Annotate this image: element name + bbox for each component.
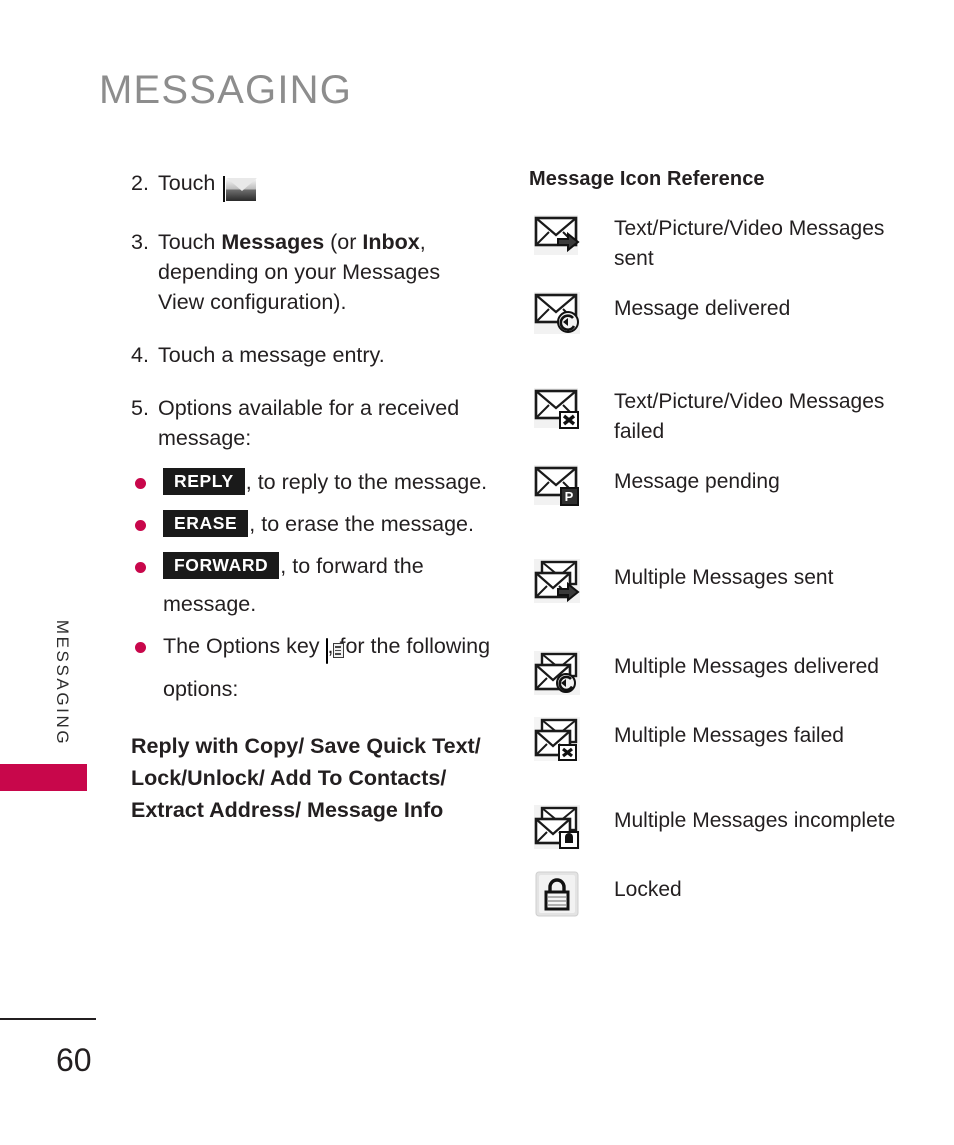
multi-envelope-incomplete-icon: [529, 803, 614, 855]
step-part-0: Touch: [158, 230, 222, 254]
icon-reference-row: Message delivered: [529, 288, 929, 340]
step-number: 5.: [131, 396, 149, 420]
reply-key-chip[interactable]: REPLY: [163, 468, 245, 495]
lock-icon: [529, 869, 614, 921]
icon-reference-row: Multiple Messages incomplete: [529, 803, 929, 855]
options-menu-list: Reply with Copy/ Save Quick Text/ Lock/U…: [131, 734, 481, 822]
icon-reference-row: Text/Picture/Video Messages sent: [529, 211, 929, 274]
step-number: 4.: [131, 343, 149, 367]
bullet-options-key: The Options key , for the following opti…: [131, 627, 491, 708]
bullet-prefix: The Options key: [163, 634, 320, 658]
step-3: 3. Touch Messages (or Inbox, depending o…: [131, 227, 491, 317]
bullet-dot-icon: [135, 562, 146, 573]
bullet-dot-icon: [135, 642, 146, 653]
step-text: Touch .: [158, 168, 491, 204]
icon-reference-row: Locked: [529, 869, 929, 921]
bullet-reply: REPLY, to reply to the message.: [131, 463, 491, 501]
multi-envelope-delivered-icon: [529, 649, 614, 701]
icon-reference-label: Message pending: [614, 470, 780, 493]
page-title: MESSAGING: [99, 68, 353, 112]
icon-reference-row: Multiple Messages failed: [529, 715, 929, 767]
right-content-column: Message Icon Reference Text/Picture/Vide…: [529, 168, 929, 929]
footer-divider: [0, 1018, 96, 1020]
icon-reference-label: Multiple Messages incomplete: [614, 809, 896, 832]
step-2: 2. Touch .: [131, 168, 491, 204]
icon-reference-label: Text/Picture/Video Messages failed: [614, 390, 885, 443]
bullet-forward: FORWARD, to forward the message.: [131, 547, 491, 623]
icon-reference-label: Multiple Messages failed: [614, 724, 844, 747]
step-text: Options available for a received message…: [158, 396, 460, 450]
icon-reference-label: Multiple Messages sent: [614, 566, 834, 589]
envelope-pending-icon: P: [529, 461, 614, 513]
erase-key-chip[interactable]: ERASE: [163, 510, 249, 537]
step-4: 4. Touch a message entry.: [131, 340, 491, 370]
step-text: Touch Messages (or Inbox, depending on y…: [158, 227, 491, 317]
icon-reference-row: Multiple Messages sent: [529, 557, 929, 609]
bullet-dot-icon: [135, 478, 146, 489]
icon-reference-row: P Message pending: [529, 461, 929, 513]
left-content-column: 2. Touch . 3. Touch Messages (or Inbox, …: [131, 168, 491, 826]
step-text: Touch a message entry.: [158, 343, 385, 367]
icon-reference-row: Text/Picture/Video Messages failed: [529, 384, 929, 447]
icon-reference-row: Multiple Messages delivered: [529, 649, 929, 701]
sidebar-section-tab: [0, 764, 87, 791]
icon-reference-heading: Message Icon Reference: [529, 168, 765, 190]
forward-key-chip[interactable]: FORWARD: [163, 552, 280, 579]
step-part-2: (or: [324, 230, 363, 254]
options-key-icon: [325, 638, 344, 664]
svg-text:P: P: [565, 489, 574, 504]
sidebar-vertical-label: MESSAGING: [53, 619, 72, 747]
step-number: 3.: [131, 230, 149, 254]
bullet-erase: ERASE, to erase the message.: [131, 505, 491, 543]
envelope-delivered-icon: [529, 288, 614, 340]
page-number: 60: [56, 1042, 92, 1078]
step-part-bold-inbox: Inbox: [362, 230, 420, 254]
envelope-failed-icon: [529, 384, 614, 436]
manual-page: MESSAGING MESSAGING 2. Touch . 3. Touch …: [0, 0, 954, 1145]
icon-reference-label: Text/Picture/Video Messages sent: [614, 217, 885, 270]
icon-reference-label: Message delivered: [614, 297, 791, 320]
bullet-dot-icon: [135, 520, 146, 531]
step-part-bold-messages: Messages: [221, 230, 325, 254]
envelope-key-icon: [223, 174, 226, 204]
icon-reference-label: Locked: [614, 878, 682, 901]
step-number: 2.: [131, 171, 149, 195]
step-5: 5. Options available for a received mess…: [131, 393, 491, 453]
multi-envelope-failed-icon: [529, 715, 614, 767]
envelope-sent-icon: [529, 211, 614, 263]
icon-reference-label: Multiple Messages delivered: [614, 655, 879, 678]
step-text-before: Touch: [158, 171, 216, 195]
bullet-text: , to reply to the message.: [245, 470, 488, 494]
bullet-text: , to erase the message.: [249, 512, 474, 536]
multi-envelope-sent-icon: [529, 557, 614, 609]
